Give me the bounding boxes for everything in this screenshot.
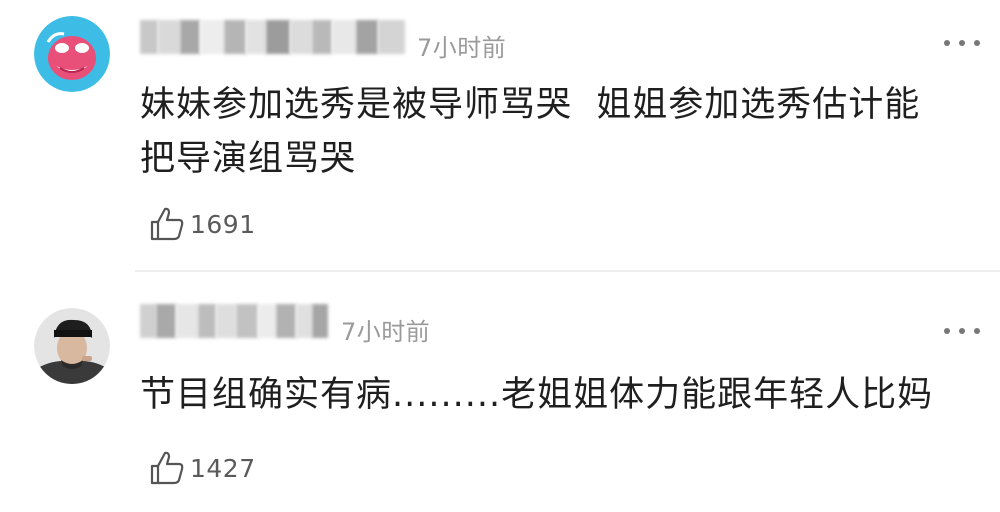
comment-timestamp: 7小时前 — [341, 318, 431, 346]
comment-item: 7小时前 妹妹参加选秀是被导师骂哭 姐姐参加选秀估计能 把导演组骂哭 1691 — [0, 0, 1000, 270]
like-count: 1427 — [190, 453, 256, 483]
comment-item: 7小时前 节目组确实有病.........老姐姐体力能跟年轻人比妈 1427 — [0, 272, 1000, 512]
avatar[interactable] — [34, 16, 110, 92]
comment-text: 节目组确实有病.........老姐姐体力能跟年轻人比妈 — [140, 375, 934, 415]
thumbs-up-outline-icon — [150, 207, 184, 241]
like-button[interactable]: 1427 — [148, 448, 256, 488]
avatar[interactable] — [34, 308, 110, 384]
avatar-cartoon-image — [34, 16, 110, 92]
username-redacted[interactable] — [140, 20, 405, 54]
more-dots-icon[interactable] — [944, 38, 980, 48]
like-button[interactable]: 1691 — [148, 204, 256, 244]
comment-timestamp: 7小时前 — [417, 34, 507, 62]
avatar-photo-image — [34, 308, 110, 384]
thumbs-up-outline-icon — [150, 451, 184, 485]
like-count: 1691 — [190, 209, 256, 239]
username-redacted[interactable] — [140, 304, 328, 338]
comment-text: 妹妹参加选秀是被导师骂哭 姐姐参加选秀估计能 把导演组骂哭 — [140, 85, 921, 179]
more-dots-icon[interactable] — [944, 326, 980, 336]
